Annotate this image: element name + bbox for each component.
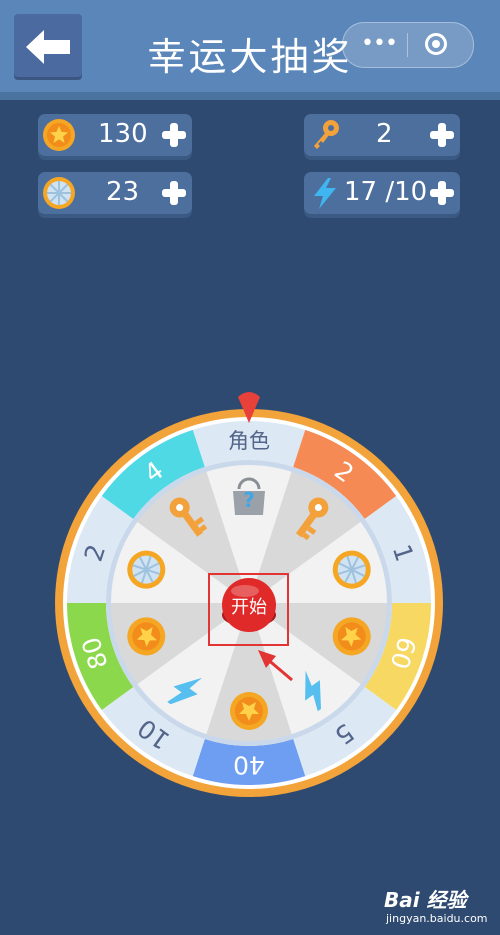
star-coin-icon [230, 692, 268, 730]
wheel-segment-label: 角色 [228, 429, 270, 453]
watermark-url: jingyan.baidu.com [386, 912, 488, 925]
watermark-logo: Bai 经验 [384, 888, 467, 912]
start-highlight-box [208, 573, 289, 646]
wheel-segment-label: 40 [233, 751, 265, 780]
baidu-jingyan-watermark: Bai 经验 jingyan.baidu.com [380, 880, 500, 930]
svg-text:?: ? [243, 488, 255, 512]
lucky-wheel: 角色2160540108024?开始 [55, 392, 443, 797]
